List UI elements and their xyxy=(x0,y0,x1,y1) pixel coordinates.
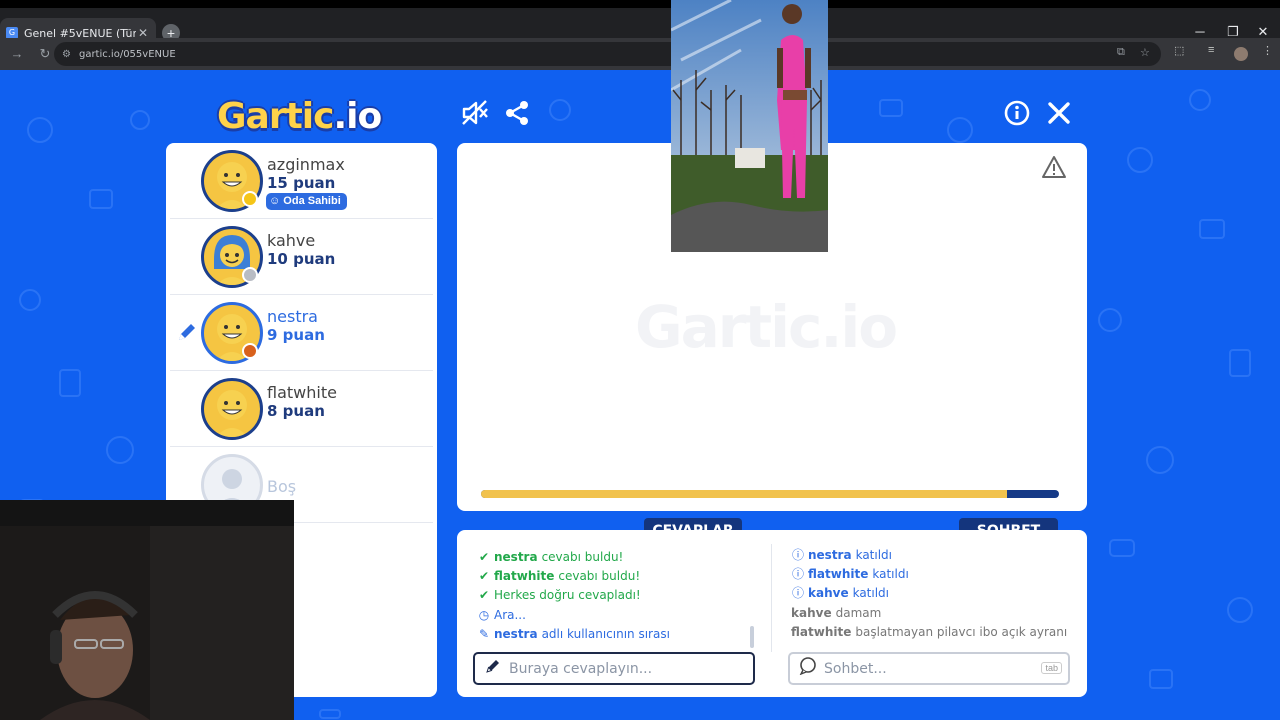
smile-face-avatar xyxy=(201,378,263,440)
message-text: Herkes doğru cevapladı! xyxy=(494,588,641,603)
chat-message: flatwhite başlatmayan pilavcı ibo açık ay… xyxy=(791,623,1077,642)
player-name: nestra xyxy=(267,307,318,326)
player-score: 10 puan xyxy=(267,250,336,268)
player-row-drawing[interactable]: nestra 9 puan xyxy=(170,295,433,371)
browser-toolbar: → ↻ ⚙ gartic.io/055vENUE ⧉ ☆ xyxy=(0,38,1280,70)
webcam-overlay xyxy=(0,500,294,720)
message-text: cevabı buldu! xyxy=(558,569,641,584)
media-controls-icon[interactable]: ≡ xyxy=(1208,44,1214,56)
player-score: 15 puan xyxy=(267,174,336,192)
message-user: flatwhite xyxy=(791,624,852,639)
panel-divider xyxy=(771,544,772,652)
logo-suffix: .io xyxy=(333,96,382,137)
bookmark-star-icon[interactable]: ☆ xyxy=(1140,46,1150,59)
logo-text: Gartic xyxy=(217,96,334,137)
message-user: nestra xyxy=(494,550,538,565)
message-text: katıldı xyxy=(855,548,892,563)
player-name: flatwhite xyxy=(267,383,337,402)
chat-message: ⓘ flatwhite katıldı xyxy=(791,565,1077,584)
message-user: flatwhite xyxy=(808,567,869,582)
badge-label: Oda Sahibi xyxy=(283,195,341,207)
player-name: azginmax xyxy=(267,155,345,174)
answers-scrollbar[interactable] xyxy=(750,626,754,648)
clipped-message xyxy=(477,538,759,548)
message-user: nestra xyxy=(494,626,538,641)
empty-slot-label: Boş xyxy=(267,477,297,496)
message-text: Ara... xyxy=(494,607,526,622)
canvas-watermark: Gartic.io xyxy=(635,293,898,361)
player-score: 8 puan xyxy=(267,402,325,420)
room-owner-badge: ☺ Oda Sahibi xyxy=(266,193,347,210)
pencil-icon xyxy=(483,658,503,679)
message-text: cevabı buldu! xyxy=(541,550,624,565)
overlay-photo-image xyxy=(671,0,828,252)
message-user: kahve xyxy=(808,586,849,601)
answer-message: ✎ nestra adlı kullanıcının sırası xyxy=(477,625,759,644)
message-text: damam xyxy=(835,605,882,620)
check-icon: ✔ xyxy=(478,550,490,565)
message-user: flatwhite xyxy=(494,569,555,584)
chat-bubble-icon xyxy=(798,657,818,680)
message-user: kahve xyxy=(791,605,832,620)
info-icon: ⓘ xyxy=(791,586,804,601)
chat-placeholder: Sohbet... xyxy=(824,660,887,677)
check-icon: ✔ xyxy=(478,588,490,603)
pencil-icon: ✎ xyxy=(478,626,490,641)
sound-muted-icon[interactable] xyxy=(460,98,490,128)
message-text: katıldı xyxy=(872,567,909,582)
info-icon: ⓘ xyxy=(791,567,804,582)
site-info-icon[interactable]: ⚙ xyxy=(62,49,71,60)
chat-message: kahve damam xyxy=(791,604,1077,623)
forward-icon[interactable]: → xyxy=(8,45,26,63)
message-text: adlı kullanıcının sırası xyxy=(541,626,670,641)
share-icon[interactable] xyxy=(502,98,532,128)
player-row[interactable]: kahve 10 puan xyxy=(170,219,433,295)
answer-message: ✔ flatwhite cevabı buldu! xyxy=(477,567,759,586)
player-row[interactable]: flatwhite 8 puan xyxy=(170,371,433,447)
gartic-logo[interactable]: Gartic.io xyxy=(217,96,382,137)
answer-message: ◷ Ara... xyxy=(477,606,759,625)
answers-list: ✔ nestra cevabı buldu! ✔ flatwhite cevabı bu… xyxy=(477,538,759,650)
profile-avatar[interactable] xyxy=(1234,47,1248,61)
message-text: katıldı xyxy=(852,586,890,601)
chat-message: ⓘ nestra katıldı xyxy=(791,546,1077,565)
check-icon: ✔ xyxy=(478,569,490,584)
status-dot xyxy=(242,343,258,359)
browser-tabstrip: G Genel #5vENUE (Türkçe) - Gartic... ✕ +… xyxy=(0,0,1280,48)
status-dot xyxy=(242,191,258,207)
info-icon[interactable] xyxy=(1002,98,1032,128)
info-icon: ⓘ xyxy=(791,548,804,563)
round-timer-bar xyxy=(481,490,1059,498)
photo-overlay xyxy=(671,0,828,252)
reload-icon[interactable]: ↻ xyxy=(36,45,54,63)
answer-placeholder: Buraya cevaplayın... xyxy=(509,660,653,677)
install-app-icon[interactable]: ⧉ xyxy=(1117,46,1125,59)
extensions-icon[interactable]: ⬚ xyxy=(1174,44,1184,57)
streamer-webcam-image xyxy=(0,500,294,720)
message-user: nestra xyxy=(808,548,852,563)
owner-face-icon: ☺ xyxy=(269,195,284,207)
message-text: başlatmayan pilavcı ibo açık ayranı xyxy=(855,624,1068,639)
drawing-pencil-icon xyxy=(179,324,195,340)
answer-message: ✔ nestra cevabı buldu! xyxy=(477,548,759,567)
browser-menu-icon[interactable]: ⋮ xyxy=(1262,44,1273,57)
answer-input[interactable]: Buraya cevaplayın... xyxy=(473,652,755,685)
chat-input[interactable]: Sohbet... tab xyxy=(788,652,1070,685)
timer-fill xyxy=(481,490,1007,498)
screen: G Genel #5vENUE (Türkçe) - Gartic... ✕ +… xyxy=(0,0,1280,720)
status-dot xyxy=(242,267,258,283)
tab-key-hint: tab xyxy=(1041,662,1062,674)
report-warning-icon[interactable] xyxy=(1041,155,1067,179)
address-bar[interactable]: ⚙ gartic.io/055vENUE ⧉ ☆ xyxy=(54,42,1161,66)
answer-message: ✔ Herkes doğru cevapladı! xyxy=(477,586,759,605)
player-score: 9 puan xyxy=(267,326,325,344)
url-text: gartic.io/055vENUE xyxy=(78,48,176,60)
player-name: kahve xyxy=(267,231,316,250)
answers-chat-panel: ✔ nestra cevabı buldu! ✔ flatwhite cevabı bu… xyxy=(457,530,1087,697)
chat-message: ⓘ kahve katıldı xyxy=(791,584,1077,603)
player-row[interactable]: azginmax 15 puan ☺ Oda Sahibi xyxy=(170,143,433,219)
clock-icon: ◷ xyxy=(478,607,490,622)
chat-list: ⓘ nestra katıldı ⓘ flatwhite katıldı ⓘ kahve k… xyxy=(791,546,1077,656)
close-icon[interactable] xyxy=(1044,98,1074,128)
